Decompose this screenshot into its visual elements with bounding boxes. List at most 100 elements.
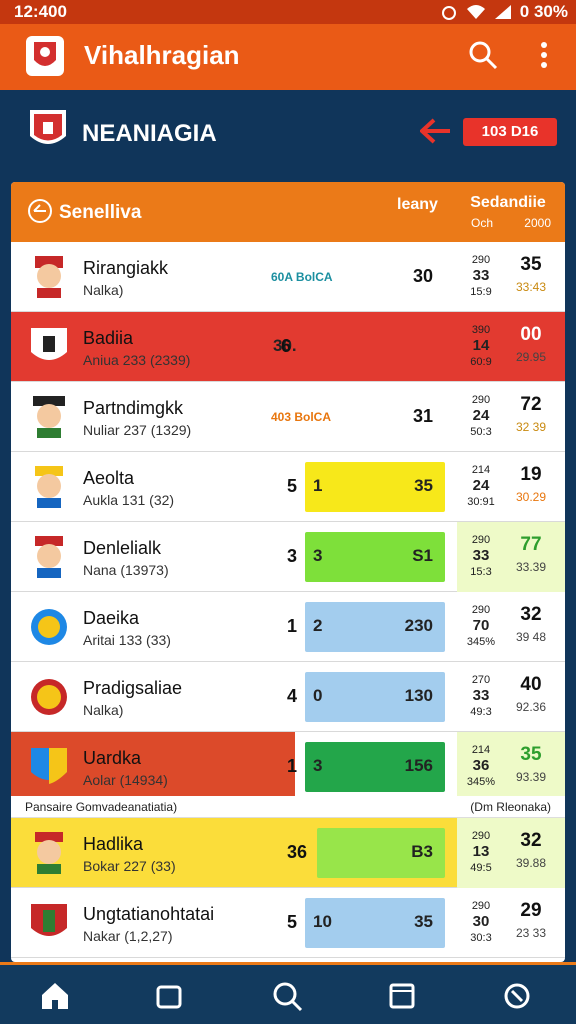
wifi-icon (466, 5, 485, 19)
row-value-rank: 36 (286, 842, 307, 862)
team-row-sub: Nalka) (83, 282, 124, 298)
row-value-rank: 5 (286, 476, 297, 496)
team-crest-icon (31, 904, 67, 936)
team-row-name: Uardka (83, 748, 142, 768)
bar-right-label: 156 (404, 756, 433, 775)
team-row-sub: Nuliar 237 (1329) (83, 422, 192, 438)
row-stats: 290 33 15:9 (470, 254, 492, 298)
signal-icon (494, 5, 511, 19)
search-icon[interactable] (466, 38, 500, 72)
col2-sub-right: 2000 (524, 216, 551, 230)
bar-left-label: 3 (313, 546, 323, 565)
subheader-right: (Dm Rleonaka) (470, 800, 551, 814)
bar-right-label: S1 (412, 546, 433, 565)
settings-icon[interactable] (500, 979, 534, 1013)
team-row-name: Daeika (83, 608, 140, 628)
table-row[interactable]: Badiia Aniua 233 (2339) 30. 6 390 14 60:9 … (11, 312, 565, 382)
column-header-2[interactable]: Sedandiie (467, 194, 549, 212)
bottom-navigation (0, 962, 576, 1024)
team-row-sub: Aritai 133 (33) (83, 632, 171, 648)
section-subheader: Pansaire Gomvadeanatiatia) (Dm Rleonaka) (11, 796, 565, 818)
team-row-name: Pradigsaliae (83, 678, 183, 698)
team-row-name: Aeolta (83, 468, 135, 488)
table-row[interactable]: Hadlika Bokar 227 (33) 36 B3 290 13 49:5 3… (11, 818, 565, 888)
row-stats: 290 33 15:3 (470, 534, 492, 578)
tabs-icon[interactable] (385, 979, 419, 1013)
row-final: 32 39.88 (515, 830, 547, 870)
column-header-1[interactable]: leany (397, 196, 438, 214)
bar-right-label: 35 (414, 476, 433, 495)
bar-left-label: 2 (313, 616, 323, 635)
home-icon[interactable] (38, 979, 72, 1013)
row-tag: 60A BolCA (271, 270, 333, 284)
arrow-left-icon[interactable] (420, 118, 452, 144)
battery-text: 0 30% (519, 2, 568, 21)
row-value: 6 (281, 336, 292, 356)
status-bar: 12:400 0 30% (0, 0, 576, 24)
app-title: Vihalhragian (84, 40, 240, 70)
row-stats: 214 24 30:91 (467, 464, 495, 508)
row-value-rank: 1 (286, 756, 297, 776)
team-row-name: Hadlika (83, 834, 144, 854)
team-header: NEANIAGIA 103 D16 (0, 90, 576, 180)
club-badge-icon (31, 609, 67, 645)
team-row-sub: Nakar (1,2,27) (83, 928, 173, 944)
row-stats: 214 36 345% (466, 744, 496, 788)
bar-right-label: 35 (414, 912, 433, 931)
row-value: 30 (412, 266, 433, 286)
table-row[interactable]: Rirangiakk Nalka) 60A BolCA 30 290 33 15:9… (11, 242, 565, 312)
team-crest-icon (31, 328, 67, 360)
row-value-rank: 3 (286, 546, 297, 566)
bar-right-label: 130 (404, 686, 433, 705)
player-avatar-icon (35, 256, 63, 298)
row-final: 00 29.95 (515, 324, 547, 364)
team-badge[interactable]: 103 D16 (463, 118, 557, 146)
window-icon[interactable] (152, 979, 186, 1013)
swap-icon (28, 199, 52, 223)
table-row[interactable]: Uardka Aolar (14934) 1 3 156 214 36 345% 3… (11, 732, 565, 802)
row-final: 40 92.36 (515, 674, 547, 714)
row-value: 31 (412, 406, 433, 426)
team-row-name: Ungtatianohtatai (83, 904, 215, 924)
row-final: 35 33:43 (515, 254, 547, 294)
table-row[interactable]: Denlelialk Nana (13973) 3 3 S1 290 33 15:3… (11, 522, 565, 592)
column-header-2-sub: Och 2000 (471, 216, 551, 230)
card-title: Senelliva (59, 202, 142, 223)
row-final: 19 30.29 (515, 464, 547, 504)
table-row[interactable]: Ungtatianohtatai Nakar (1,2,27) 5 10 35 … (11, 888, 565, 958)
team-row-name: Badiia (83, 328, 134, 348)
bar-right-label: 230 (404, 616, 433, 635)
team-row-sub: Aniua 233 (2339) (83, 352, 191, 368)
team-row-name: Rirangiakk (83, 258, 169, 278)
team-crest-icon (30, 110, 66, 144)
alarm-icon (441, 6, 456, 20)
team-row-sub: Nana (13973) (83, 562, 169, 578)
team-name: NEANIAGIA (82, 120, 217, 147)
team-crest-icon (31, 748, 67, 784)
team-row-sub: Nalka) (83, 702, 124, 718)
team-row-sub: Aukla 131 (32) (83, 492, 175, 508)
row-final: 29 23 33 (515, 900, 547, 940)
team-row-name: Partndimgkk (83, 398, 184, 418)
club-badge-icon (31, 679, 67, 715)
table-row[interactable]: Pradigsaliae Nalka) 4 0 130 270 33 49:3 40… (11, 662, 565, 732)
row-value-rank: 4 (286, 686, 297, 706)
table-row[interactable]: Aeolta Aukla 131 (32) 5 1 35 214 24 30:91 … (11, 452, 565, 522)
player-avatar-icon (35, 466, 63, 508)
col2-sub-left: Och (471, 216, 494, 230)
row-value-rank: 5 (286, 912, 297, 932)
bar-left-label: 0 (313, 686, 323, 705)
row-stats: 390 14 60:9 (470, 324, 492, 368)
table-row[interactable]: Daeika Aritai 133 (33) 1 2 230 290 70 345%… (11, 592, 565, 662)
club-logo-icon (26, 36, 64, 76)
row-final: 77 33.39 (515, 534, 547, 574)
row-stats: 290 70 345% (466, 604, 496, 648)
search-icon[interactable] (270, 979, 304, 1013)
player-avatar-icon (35, 832, 63, 874)
more-vert-icon[interactable] (534, 38, 554, 72)
bar-right-label: B3 (411, 842, 433, 861)
status-time: 12:400 (14, 2, 67, 21)
row-stats: 290 30 30:3 (470, 900, 492, 944)
app-bar: Vihalhragian (0, 24, 576, 90)
table-row[interactable]: Partndimgkk Nuliar 237 (1329) 403 BolCA … (11, 382, 565, 452)
